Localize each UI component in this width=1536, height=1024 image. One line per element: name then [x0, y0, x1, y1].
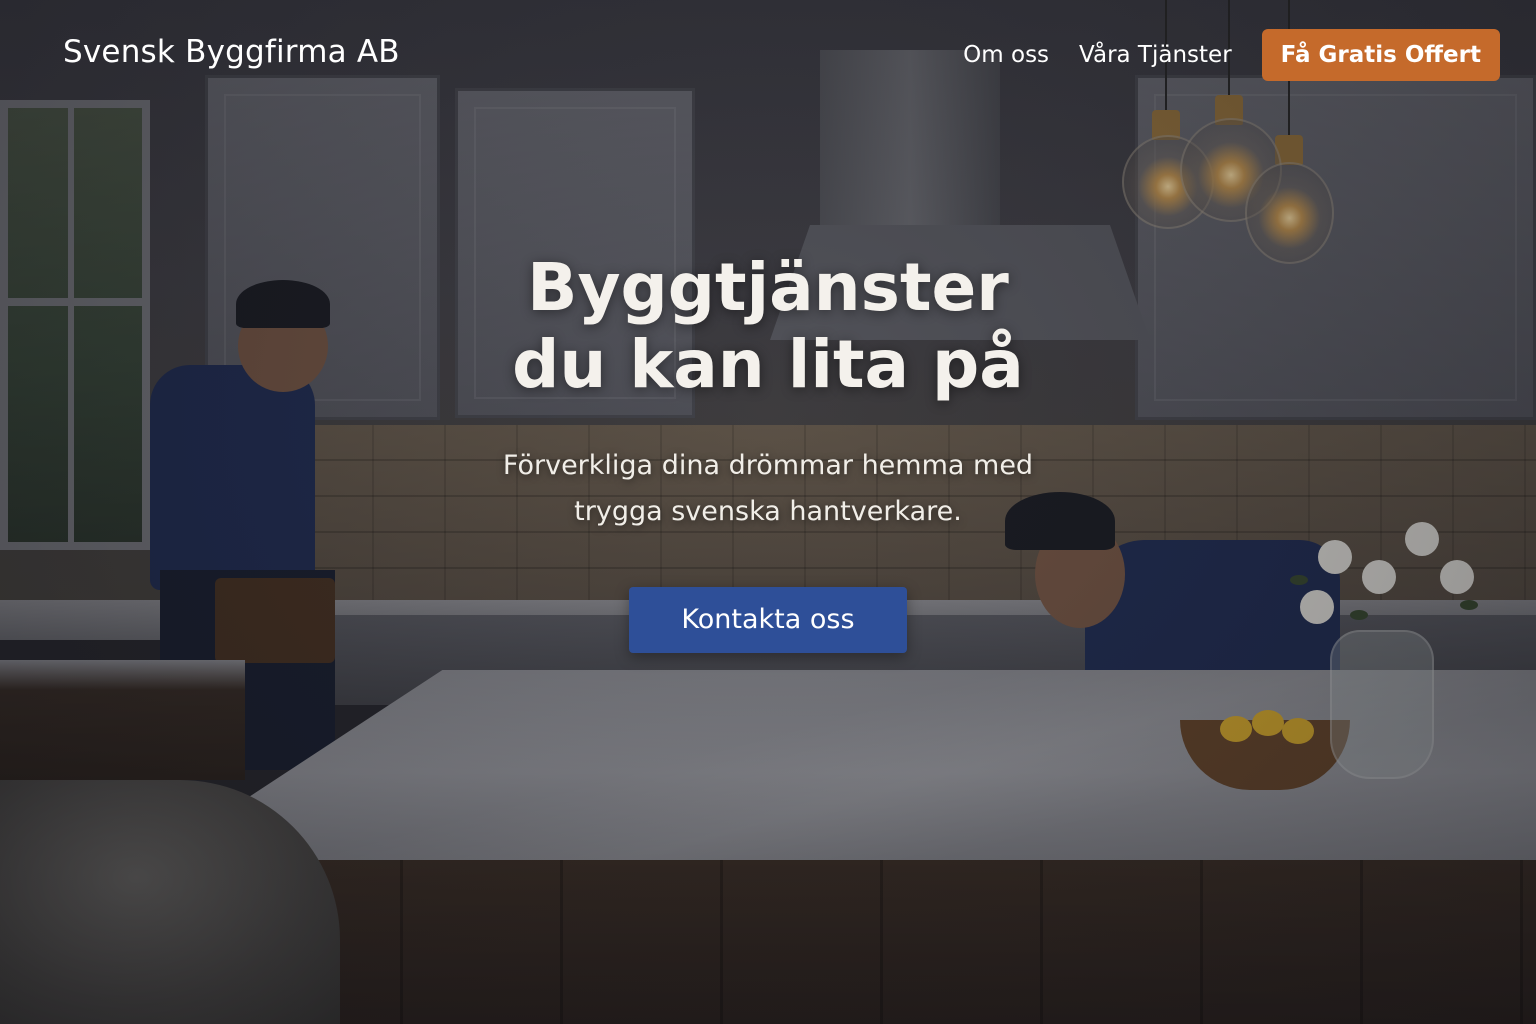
hero-subtitle: Förverkliga dina drömmar hemma med trygg… [0, 443, 1536, 535]
contact-us-button[interactable]: Kontakta oss [629, 586, 907, 653]
hero-title-line-1: Byggtjänster [527, 249, 1009, 326]
nav-link-about[interactable]: Om oss [963, 42, 1049, 68]
hero-subtitle-line-1: Förverkliga dina drömmar hemma med [502, 450, 1034, 482]
nav-link-services[interactable]: Våra Tjänster [1079, 42, 1232, 68]
hero-title: Byggtjänster du kan lita på [0, 249, 1536, 403]
landing-page: Svensk Byggfirma AB Om oss Våra Tjänster… [0, 0, 1536, 1024]
hero-section: Byggtjänster du kan lita på Förverkliga … [0, 249, 1536, 653]
hero-subtitle-line-2: trygga svenska hantverkare. [574, 495, 962, 527]
brand-logo-text[interactable]: Svensk Byggfirma AB [63, 34, 400, 70]
hero-title-line-2: du kan lita på [512, 325, 1024, 403]
free-quote-button[interactable]: Få Gratis Offert [1261, 29, 1500, 81]
main-nav: Om oss Våra Tjänster Få Gratis Offert [963, 29, 1500, 81]
